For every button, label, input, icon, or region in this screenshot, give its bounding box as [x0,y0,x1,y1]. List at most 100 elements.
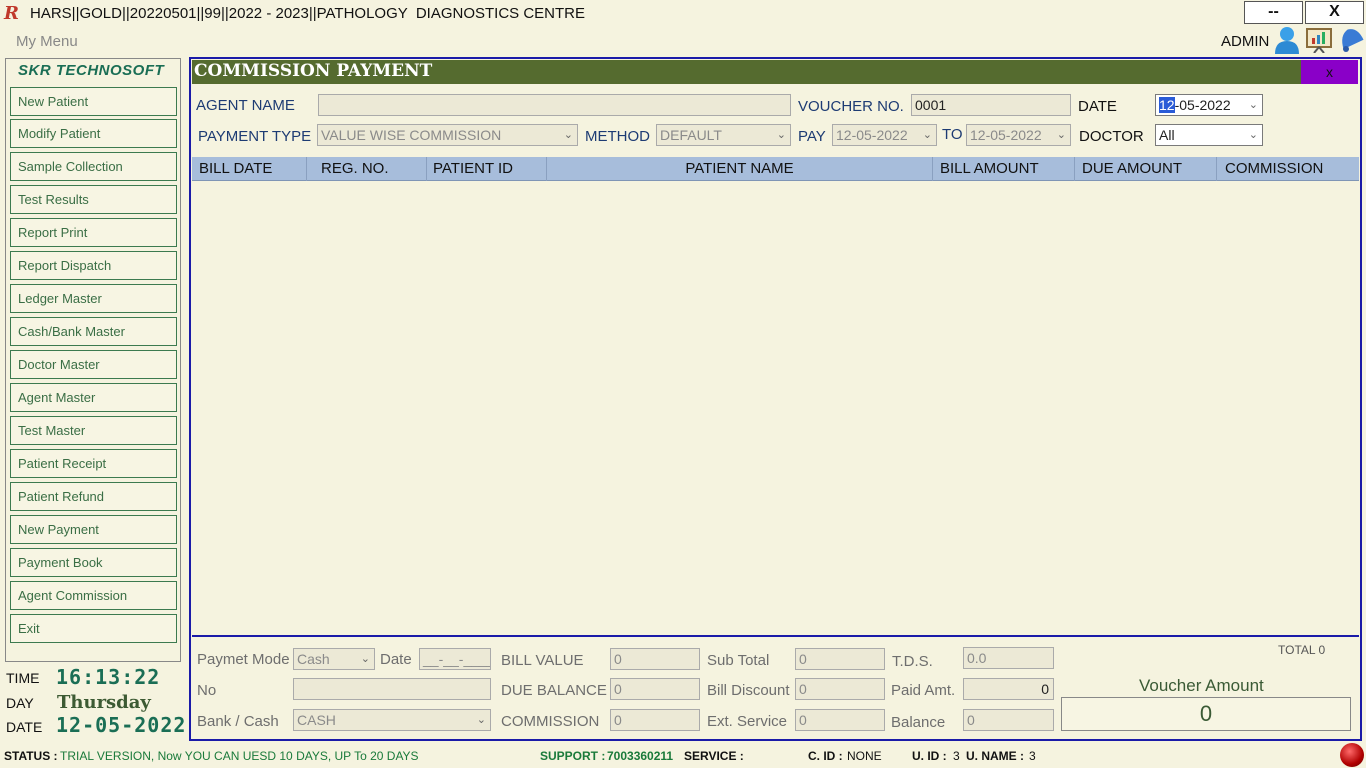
sidebar-item-agent-commission[interactable]: Agent Commission [10,581,177,610]
chevron-down-icon: ⌄ [1248,99,1258,111]
form-title: COMMISSION PAYMENT [194,61,433,81]
my-menu[interactable]: My Menu [16,33,78,50]
date-value: 12-05-2022 [56,713,187,737]
bill-value-input[interactable]: 0 [610,648,700,670]
pay-from-date-picker[interactable]: 12-05-2022 ⌄ [832,124,937,146]
bank-cash-label: Bank / Cash [197,713,279,730]
method-label: METHOD [585,128,650,145]
chevron-down-icon: ⌄ [776,129,786,141]
minimize-button[interactable]: -- [1244,1,1303,24]
presentation-chart-icon[interactable] [1305,27,1333,53]
support-value: 7003360211 [607,749,674,763]
voucher-no-input[interactable]: 0001 [911,94,1071,116]
date-field-label: DATE [1078,98,1117,115]
sidebar-item-report-print[interactable]: Report Print [10,218,177,247]
status-key: STATUS : [4,749,58,763]
service-key: SERVICE : [684,749,744,763]
balance-label: Balance [891,714,946,731]
sidebar-item-test-results[interactable]: Test Results [10,185,177,214]
uid-value: 3 [953,749,960,763]
sidebar-item-agent-master[interactable]: Agent Master [10,383,177,412]
chevron-down-icon: ⌄ [1056,129,1066,141]
column-patient-id[interactable]: PATIENT ID [427,157,547,181]
method-select[interactable]: DEFAULT ⌄ [656,124,791,146]
pay-to-date-picker[interactable]: 12-05-2022 ⌄ [966,124,1071,146]
method-value: DEFAULT [660,127,722,143]
doctor-label: DOCTOR [1079,128,1144,145]
agent-name-input[interactable] [318,94,791,116]
sidebar-item-modify-patient[interactable]: Modify Patient [10,119,177,148]
sidebar-item-report-dispatch[interactable]: Report Dispatch [10,251,177,280]
chevron-down-icon: ⌄ [922,129,932,141]
uname-key: U. NAME : [966,749,1024,763]
uid-key: U. ID : [912,749,947,763]
commission-label: COMMISSION [501,713,600,730]
payment-type-label: PAYMENT TYPE [198,128,312,145]
tds-input[interactable]: 0.0 [963,647,1054,669]
sidebar-item-cash-bank-master[interactable]: Cash/Bank Master [10,317,177,346]
payment-type-value: VALUE WISE COMMISSION [321,127,502,143]
commission-grid-body[interactable] [192,181,1359,637]
sidebar-item-exit[interactable]: Exit [10,614,177,643]
doctor-select[interactable]: All ⌄ [1155,124,1263,146]
app-logo-icon: R [4,3,19,24]
no-label: No [197,682,217,699]
column-reg-no[interactable]: REG. NO. [307,157,427,181]
voucher-amount-label: Voucher Amount [1139,676,1264,695]
user-icon[interactable] [1273,25,1301,55]
payment-mode-select[interactable]: Cash ⌄ [293,648,375,670]
uname-value: 3 [1029,749,1036,763]
column-bill-date[interactable]: BILL DATE [192,157,307,181]
column-due-amount[interactable]: DUE AMOUNT [1075,157,1217,181]
total-count: TOTAL 0 [1278,643,1326,657]
payment-date-label: Date [380,651,412,668]
ext-service-input[interactable]: 0 [795,709,885,731]
sidebar-item-test-master[interactable]: Test Master [10,416,177,445]
agent-name-label: AGENT NAME [196,97,295,114]
voucher-date-picker[interactable]: 12-05-2022 ⌄ [1155,94,1263,116]
commission-input[interactable]: 0 [610,709,700,731]
time-value: 16:13:22 [56,665,161,689]
payment-date-input[interactable]: __-__-____ [419,648,491,670]
sidebar-item-patient-refund[interactable]: Patient Refund [10,482,177,511]
sidebar-item-new-patient[interactable]: New Patient [10,87,177,116]
date-day-selection: 12 [1159,97,1175,113]
payment-mode-value: Cash [297,651,330,667]
paid-amt-input[interactable]: 0 [963,678,1054,700]
sidebar-item-patient-receipt[interactable]: Patient Receipt [10,449,177,478]
paid-amt-label: Paid Amt. [891,682,956,699]
column-bill-amount[interactable]: BILL AMOUNT [933,157,1075,181]
close-window-button[interactable]: X [1305,1,1364,24]
sidebar-item-doctor-master[interactable]: Doctor Master [10,350,177,379]
date-rest: -05-2022 [1174,97,1231,113]
bell-icon[interactable] [1336,25,1364,53]
balance-input[interactable]: 0 [963,709,1054,731]
due-balance-input[interactable]: 0 [610,678,700,700]
sidebar-item-ledger-master[interactable]: Ledger Master [10,284,177,313]
no-input[interactable] [293,678,491,700]
doctor-value: All [1159,127,1175,143]
sidebar-item-new-payment[interactable]: New Payment [10,515,177,544]
column-commission[interactable]: COMMISSION [1217,157,1359,181]
status-indicator-icon[interactable] [1340,743,1364,767]
sub-total-input[interactable]: 0 [795,648,885,670]
support-key: SUPPORT : [540,749,606,763]
bill-discount-input[interactable]: 0 [795,678,885,700]
window-title: HARS||GOLD||20220501||99||2022 - 2023||P… [30,5,586,22]
ext-service-label: Ext. Service [707,713,788,730]
cid-key: C. ID : [808,749,843,763]
current-user: ADMIN [1221,33,1270,50]
column-patient-name[interactable]: PATIENT NAME [547,157,933,181]
voucher-no-label: VOUCHER NO. [798,98,904,115]
time-label: TIME [6,670,40,686]
brand-name: SKR TECHNOSOFT [18,62,165,79]
payment-mode-label: Paymet Mode [197,651,290,668]
sidebar-item-sample-collection[interactable]: Sample Collection [10,152,177,181]
form-close-button[interactable]: x [1301,60,1358,84]
bill-value-label: BILL VALUE [501,652,584,669]
payment-type-select[interactable]: VALUE WISE COMMISSION ⌄ [317,124,578,146]
bank-cash-select[interactable]: CASH ⌄ [293,709,491,731]
date-label: DATE [6,719,43,735]
sidebar-item-payment-book[interactable]: Payment Book [10,548,177,577]
chevron-down-icon: ⌄ [563,129,573,141]
